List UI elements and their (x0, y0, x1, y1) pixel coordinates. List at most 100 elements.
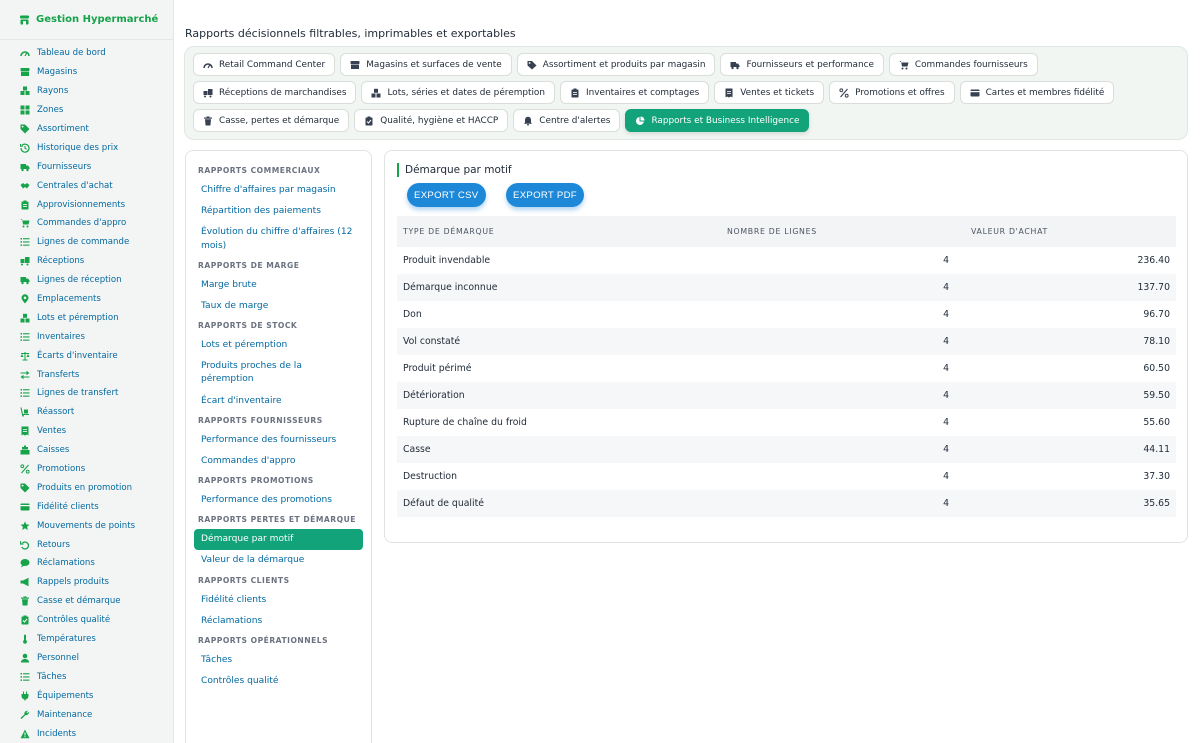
sidebar-item-22[interactable]: Promotions (0, 460, 173, 479)
tab-1-1[interactable]: Lots, séries et dates de péremption (361, 81, 555, 104)
sidebar-item-30[interactable]: Contrôles qualité (0, 611, 173, 630)
sidebar-item-13[interactable]: Emplacements (0, 290, 173, 309)
star-icon (20, 521, 30, 531)
report-link[interactable]: Marge brute (186, 275, 363, 296)
report-link[interactable]: Fidélité clients (186, 590, 363, 611)
sidebar-item-15[interactable]: Inventaires (0, 327, 173, 346)
dolly-icon (20, 407, 30, 417)
sidebar-item-label: Équipements (37, 690, 94, 701)
report-link[interactable]: Valeur de la démarque (186, 550, 363, 571)
brand-title: Gestion Hypermarché (36, 14, 159, 25)
sidebar-item-33[interactable]: Tâches (0, 667, 173, 686)
sidebar-item-29[interactable]: Casse et démarque (0, 592, 173, 611)
report-link[interactable]: Contrôles qualité (186, 671, 363, 692)
sidebar-item-label: Promotions (37, 464, 86, 475)
sidebar-item-16[interactable]: Écarts d'inventaire (0, 346, 173, 365)
sidebar-item-26[interactable]: Retours (0, 535, 173, 554)
report-link[interactable]: Performance des promotions (186, 490, 363, 511)
report-table: TYPE DE DÉMARQUE NOMBRE DE LIGNES VALEUR… (397, 216, 1176, 517)
sidebar-item-3[interactable]: Zones (0, 101, 173, 120)
sidebar-item-5[interactable]: Historique des prix (0, 138, 173, 157)
export-csv-button[interactable]: EXPORT CSV (407, 183, 486, 207)
sidebar-item-36[interactable]: Incidents (0, 724, 173, 743)
tab-1-2[interactable]: Inventaires et comptages (559, 81, 710, 104)
export-pdf-button[interactable]: EXPORT PDF (506, 183, 584, 207)
sidebar-item-20[interactable]: Ventes (0, 422, 173, 441)
tab-0-1[interactable]: Magasins et surfaces de vente (340, 53, 512, 76)
sidebar-item-4[interactable]: Assortiment (0, 120, 173, 139)
cell-count: 4 (943, 471, 949, 482)
sidebar-item-label: Caisses (37, 445, 70, 456)
sidebar-item-label: Commandes d'appro (37, 218, 127, 229)
sidebar-item-9[interactable]: Commandes d'appro (0, 214, 173, 233)
table-row: Produit invendable 4 236.40 (397, 247, 1176, 274)
sidebar-item-label: Produits en promotion (37, 482, 133, 493)
tab-1-4[interactable]: Promotions et offres (829, 81, 955, 104)
sidebar-item-label: Fidélité clients (37, 501, 99, 512)
sidebar-item-12[interactable]: Lignes de réception (0, 271, 173, 290)
sidebar-item-19[interactable]: Réassort (0, 403, 173, 422)
report-link[interactable]: Tâches (186, 650, 363, 671)
sidebar-item-11[interactable]: Réceptions (0, 252, 173, 271)
gauge-icon (203, 60, 213, 70)
sidebar-item-8[interactable]: Approvisionnements (0, 195, 173, 214)
sidebar-item-label: Personnel (37, 652, 79, 663)
tab-2-1[interactable]: Qualité, hygiène et HACCP (354, 109, 509, 132)
sidebar-item-34[interactable]: Équipements (0, 686, 173, 705)
sidebar-item-32[interactable]: Personnel (0, 649, 173, 668)
user-icon (20, 653, 30, 663)
sidebar-item-6[interactable]: Fournisseurs (0, 157, 173, 176)
sidebar-item-35[interactable]: Maintenance (0, 705, 173, 724)
sidebar-item-0[interactable]: Tableau de bord (0, 44, 173, 63)
tab-2-0[interactable]: Casse, pertes et démarque (193, 109, 350, 132)
report-link[interactable]: Chiffre d'affaires par magasin (186, 180, 363, 201)
report-link[interactable]: Taux de marge (186, 296, 363, 317)
brand[interactable]: Gestion Hypermarché (0, 0, 173, 40)
sidebar-item-27[interactable]: Réclamations (0, 554, 173, 573)
report-group-title: Rapports promotions (198, 476, 314, 486)
sidebar-item-14[interactable]: Lots et péremption (0, 308, 173, 327)
tag-icon (20, 124, 30, 134)
sidebar-item-21[interactable]: Caisses (0, 441, 173, 460)
report-link[interactable]: Produits proches de la péremption (186, 356, 363, 390)
sidebar-item-24[interactable]: Fidélité clients (0, 497, 173, 516)
tab-1-3[interactable]: Ventes et tickets (714, 81, 825, 104)
table-row: Détérioration 4 59.50 (397, 382, 1176, 409)
tab-0-3[interactable]: Fournisseurs et performance (720, 53, 884, 76)
report-link[interactable]: Lots et péremption (186, 335, 363, 356)
cell-value: 55.60 (1143, 417, 1170, 428)
cash-register-icon (20, 445, 30, 455)
sidebar-item-2[interactable]: Rayons (0, 82, 173, 101)
report-link[interactable]: Répartition des paiements (186, 201, 363, 222)
sidebar-item-7[interactable]: Centrales d'achat (0, 176, 173, 195)
sidebar-item-18[interactable]: Lignes de transfert (0, 384, 173, 403)
sidebar-item-label: Retours (37, 539, 70, 550)
tab-1-5[interactable]: Cartes et membres fidélité (959, 81, 1115, 104)
cubes-icon (20, 313, 30, 323)
sidebar-item-31[interactable]: Températures (0, 630, 173, 649)
tab-2-2[interactable]: Centre d'alertes (513, 109, 621, 132)
report-link[interactable]: Commandes d'appro (186, 451, 363, 472)
tab-row: Réceptions de marchandises Lots, séries e… (193, 81, 1179, 105)
report-link[interactable]: Démarque par motif (194, 529, 363, 551)
sidebar-item-label: Historique des prix (37, 142, 119, 153)
sidebar-item-17[interactable]: Transferts (0, 365, 173, 384)
tab-1-0[interactable]: Réceptions de marchandises (193, 81, 357, 104)
report-link[interactable]: Performance des fournisseurs (186, 430, 363, 451)
report-link[interactable]: Réclamations (186, 611, 363, 632)
sidebar-item-28[interactable]: Rappels produits (0, 573, 173, 592)
sidebar-item-25[interactable]: Mouvements de points (0, 516, 173, 535)
cell-type: Rupture de chaîne du froid (403, 417, 527, 428)
sidebar-item-label: Contrôles qualité (37, 615, 111, 626)
percent-icon (839, 87, 849, 98)
report-link[interactable]: Évolution du chiffre d'affaires (12 mois… (186, 222, 363, 256)
sidebar-item-1[interactable]: Magasins (0, 63, 173, 82)
tab-0-4[interactable]: Commandes fournisseurs (888, 53, 1038, 76)
tab-2-3[interactable]: Rapports et Business Intelligence (625, 109, 810, 132)
report-link[interactable]: Écart d'inventaire (186, 391, 363, 412)
cell-value: 59.50 (1143, 390, 1170, 401)
sidebar-item-23[interactable]: Produits en promotion (0, 478, 173, 497)
tab-0-2[interactable]: Assortiment et produits par magasin (516, 53, 716, 76)
tab-0-0[interactable]: Retail Command Center (193, 53, 336, 76)
sidebar-item-10[interactable]: Lignes de commande (0, 233, 173, 252)
